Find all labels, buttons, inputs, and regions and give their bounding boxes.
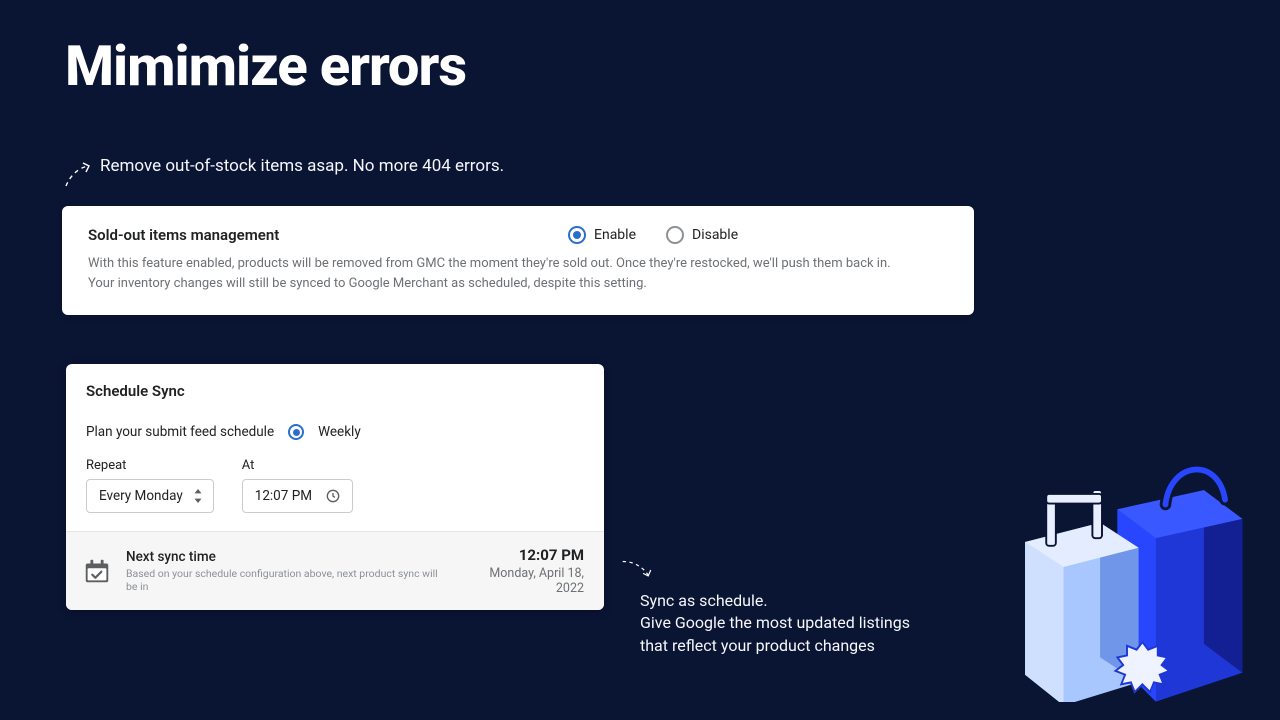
page-title: Mimimize errors	[65, 33, 466, 99]
annotation-top: Remove out-of-stock items asap. No more …	[100, 156, 504, 176]
annotation-arrow-icon	[62, 158, 94, 190]
weekly-label: Weekly	[318, 424, 361, 440]
next-sync-time: 12:07 PM	[463, 546, 584, 564]
repeat-select-value: Every Monday	[99, 488, 183, 504]
schedule-card-title: Schedule Sync	[66, 364, 604, 414]
time-input[interactable]: 12:07 PM	[242, 479, 353, 513]
radio-unselected-icon	[666, 226, 684, 244]
weekly-radio[interactable]	[288, 424, 304, 440]
calendar-check-icon	[82, 556, 112, 586]
soldout-toggle-group: Enable Disable	[568, 226, 738, 244]
next-sync-title: Next sync time	[126, 549, 449, 565]
soldout-card-title: Sold-out items management	[88, 226, 568, 244]
select-caret-icon	[193, 489, 203, 503]
next-sync-footer: Next sync time Based on your schedule co…	[66, 531, 604, 610]
soldout-management-card: Sold-out items management Enable Disable…	[62, 206, 974, 315]
schedule-sync-card: Schedule Sync Plan your submit feed sche…	[66, 364, 604, 610]
repeat-select[interactable]: Every Monday	[86, 479, 214, 513]
annotation-bottom: Sync as schedule. Give Google the most u…	[640, 590, 910, 657]
disable-radio[interactable]: Disable	[666, 226, 738, 244]
soldout-card-description: With this feature enabled, products will…	[88, 254, 948, 293]
annotation-arrow-icon	[621, 558, 655, 582]
plan-schedule-label: Plan your submit feed schedule	[86, 424, 274, 440]
time-input-value: 12:07 PM	[255, 488, 312, 504]
repeat-field-label: Repeat	[86, 458, 214, 473]
radio-selected-icon	[568, 226, 586, 244]
next-sync-subtitle: Based on your schedule configuration abo…	[126, 567, 449, 593]
enable-radio[interactable]: Enable	[568, 226, 636, 244]
next-sync-date: Monday, April 18, 2022	[463, 566, 584, 596]
disable-label: Disable	[692, 227, 738, 243]
at-field-label: At	[242, 458, 353, 473]
shopping-bags-illustration	[1002, 432, 1252, 702]
enable-label: Enable	[594, 227, 636, 243]
clock-icon	[326, 489, 340, 503]
